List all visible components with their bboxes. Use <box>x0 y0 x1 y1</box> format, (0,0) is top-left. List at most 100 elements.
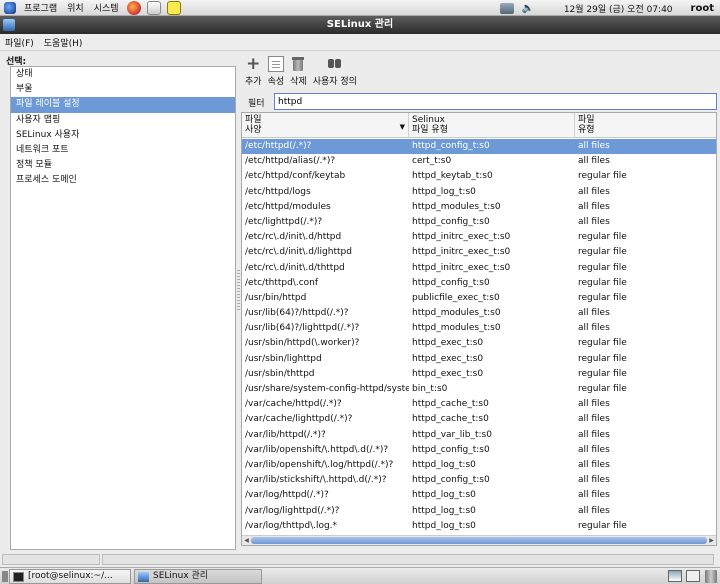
cell-file-spec: /var/cache/httpd(/.*)? <box>245 399 342 410</box>
table-row[interactable]: /usr/bin/httpd publicfile_exec_t:s0 regula… <box>242 291 716 306</box>
cell-file-class: all files <box>578 414 610 425</box>
table-row[interactable]: /usr/lib(64)?/httpd(/.*)? httpd_modules_t… <box>242 306 716 321</box>
user-name[interactable]: root <box>691 3 714 14</box>
cell-file-class: all files <box>578 323 610 334</box>
sidebar-item-user-mapping[interactable]: 사용자 맵핑 <box>11 113 235 128</box>
table-row[interactable]: /etc/thttpd\.conf httpd_config_t:s0 regula… <box>242 276 716 291</box>
notes-icon[interactable] <box>166 0 181 15</box>
table-row[interactable]: /var/log/httpd(/.*)? httpd_log_t:s0 all fi… <box>242 488 716 503</box>
table-row[interactable]: /var/lib/stickshift/\.httpd\.d(/.*)? http… <box>242 473 716 488</box>
cell-file-spec: /etc/rc\.d/init\.d/thttpd <box>245 262 345 273</box>
taskbar-item-selinux[interactable]: SELinux 관리 <box>134 569 262 584</box>
cell-file-class: regular file <box>578 171 627 182</box>
cell-selinux-type: httpd_exec_t:s0 <box>412 338 484 349</box>
sidebar-item-network-port[interactable]: 네트워크 포트 <box>11 143 235 158</box>
sort-chevron-icon: ▼ <box>399 123 405 131</box>
add-icon <box>245 56 261 72</box>
menu-places[interactable]: 위치 <box>62 1 89 14</box>
table-row[interactable]: /etc/rc\.d/init\.d/thttpd httpd_initrc_ex… <box>242 261 716 276</box>
table-header: 파일 사양 ▼ Selinux 파일 유형 파일 유형 <box>242 113 716 138</box>
menu-system[interactable]: 시스템 <box>89 1 124 14</box>
mail-icon[interactable] <box>146 0 161 15</box>
table-row[interactable]: /var/lib/httpd(/.*)? httpd_var_lib_t:s0 al… <box>242 428 716 443</box>
table-row[interactable]: /etc/httpd/modules httpd_modules_t:s0 all … <box>242 200 716 215</box>
cell-selinux-type: cert_t:s0 <box>412 156 452 167</box>
table-row[interactable]: /etc/httpd(/.*)? httpd_config_t:s0 all fil… <box>242 139 716 155</box>
horizontal-scrollbar[interactable]: ◀ ▶ <box>242 535 716 545</box>
window-titlebar[interactable]: SELinux 관리 <box>0 16 720 34</box>
pane-splitter[interactable] <box>237 270 240 310</box>
properties-button[interactable]: 속성 <box>268 52 284 87</box>
bottom-taskbar: [root@selinux:~/... SELinux 관리 <box>0 567 720 584</box>
cell-file-class: all files <box>578 141 610 151</box>
cell-selinux-type: httpd_log_t:s0 <box>412 505 476 516</box>
table-row[interactable]: /var/log/thttpd\.log.* httpd_log_t:s0 regu… <box>242 519 716 534</box>
volume-icon[interactable]: 🔈 <box>522 3 534 14</box>
column-header-file-class[interactable]: 파일 유형 <box>575 113 716 138</box>
cell-file-spec: /var/lib/openshift/\.log/httpd(/.*)? <box>245 459 394 470</box>
taskbar-item-terminal[interactable]: [root@selinux:~/... <box>9 569 131 584</box>
table-row[interactable]: /var/cache/lighttpd(/.*)? httpd_cache_t:s… <box>242 412 716 427</box>
cell-file-class: regular file <box>578 353 627 364</box>
customized-button[interactable]: 사용자 정의 <box>313 52 357 87</box>
workspace-switcher-2[interactable] <box>686 570 700 582</box>
column-header-file-spec[interactable]: 파일 사양 ▼ <box>242 113 409 138</box>
cell-file-class: regular file <box>578 232 627 243</box>
cell-file-class: regular file <box>578 292 627 303</box>
scroll-right-icon[interactable]: ▶ <box>707 536 716 545</box>
taskbar-item-label: [root@selinux:~/... <box>28 571 113 581</box>
filter-input[interactable] <box>274 93 717 110</box>
sidebar-item-policy-module[interactable]: 정책 모듈 <box>11 158 235 173</box>
table-row[interactable]: /etc/lighttpd(/.*)? httpd_config_t:s0 all … <box>242 215 716 230</box>
sidebar-item-status[interactable]: 상태 <box>11 67 235 82</box>
menu-file[interactable]: 파일(F) <box>0 36 39 49</box>
table-row[interactable]: /var/cache/httpd(/.*)? httpd_cache_t:s0 al… <box>242 397 716 412</box>
table-row[interactable]: /etc/rc\.d/init\.d/lighttpd httpd_initrc_… <box>242 245 716 260</box>
delete-label: 삭제 <box>290 77 307 87</box>
sidebar-item-booleans[interactable]: 부울 <box>11 82 235 97</box>
window-title: SELinux 관리 <box>326 19 394 30</box>
customized-label: 사용자 정의 <box>312 77 357 87</box>
delete-button[interactable]: 삭제 <box>290 52 307 87</box>
table-row[interactable]: /etc/httpd/alias(/.*)? cert_t:s0 all files <box>242 154 716 169</box>
table-row[interactable]: /usr/share/system-config-httpd/syste bin_… <box>242 382 716 397</box>
table-row[interactable]: /usr/lib(64)?/lighttpd(/.*)? httpd_module… <box>242 321 716 336</box>
scroll-left-icon[interactable]: ◀ <box>242 536 251 545</box>
table-row[interactable]: /usr/sbin/lighttpd httpd_exec_t:s0 regular… <box>242 352 716 367</box>
filter-row: 필터 <box>241 93 719 111</box>
cell-selinux-type: httpd_log_t:s0 <box>412 520 476 531</box>
clock[interactable]: 12월 29일 (금) 오전 07:40 <box>564 2 673 15</box>
table-row[interactable]: /var/lib/openshift/\.log/httpd(/.*)? http… <box>242 458 716 473</box>
selection-pane: 선택: 상태 부울 파일 레이블 설정 사용자 맵핑 SELinux 사용자 네… <box>2 52 236 550</box>
scrollbar-thumb[interactable] <box>251 537 707 544</box>
show-desktop-icon[interactable] <box>2 571 8 582</box>
table-row[interactable]: /etc/rc\.d/init\.d/httpd httpd_initrc_exe… <box>242 230 716 245</box>
header-type-line1: Selinux <box>412 115 445 125</box>
cell-file-spec: /usr/bin/httpd <box>245 292 307 303</box>
table-row[interactable]: /etc/httpd/conf/keytab httpd_keytab_t:s0 r… <box>242 169 716 184</box>
sidebar-item-selinux-user[interactable]: SELinux 사용자 <box>11 128 235 143</box>
menu-help[interactable]: 도움말(H) <box>39 36 88 49</box>
cell-file-class: all files <box>578 444 610 455</box>
cell-selinux-type: httpd_keytab_t:s0 <box>412 171 493 182</box>
table-row[interactable]: /var/log/lighttpd(/.*)? httpd_log_t:s0 all… <box>242 504 716 519</box>
cell-selinux-type: httpd_initrc_exec_t:s0 <box>412 232 511 243</box>
firefox-icon[interactable] <box>126 0 141 15</box>
filter-label: 필터 <box>248 98 265 109</box>
cell-file-spec: /etc/rc\.d/init\.d/httpd <box>245 232 342 243</box>
table-row[interactable]: /usr/sbin/thttpd httpd_exec_t:s0 regular f… <box>242 367 716 382</box>
add-button[interactable]: 추가 <box>245 52 262 87</box>
cell-file-spec: /usr/sbin/lighttpd <box>245 353 322 364</box>
cell-file-class: all files <box>578 429 610 440</box>
trash-icon[interactable] <box>705 570 717 583</box>
cell-file-spec: /var/log/thttpd\.log.* <box>245 520 338 531</box>
table-row[interactable]: /var/lib/openshift/\.httpd\.d(/.*)? httpd… <box>242 443 716 458</box>
sidebar-item-file-labeling[interactable]: 파일 레이블 설정 <box>11 97 235 113</box>
workspace-switcher-1[interactable] <box>668 570 682 582</box>
column-header-selinux-type[interactable]: Selinux 파일 유형 <box>409 113 575 138</box>
table-row[interactable]: /usr/sbin/httpd(\.worker)? httpd_exec_t:s… <box>242 336 716 351</box>
sidebar-item-process-domain[interactable]: 프로세스 도메인 <box>11 173 235 188</box>
network-icon[interactable] <box>499 2 514 14</box>
table-row[interactable]: /etc/httpd/logs httpd_log_t:s0 all files <box>242 185 716 200</box>
menu-applications[interactable]: 프로그램 <box>19 1 62 14</box>
